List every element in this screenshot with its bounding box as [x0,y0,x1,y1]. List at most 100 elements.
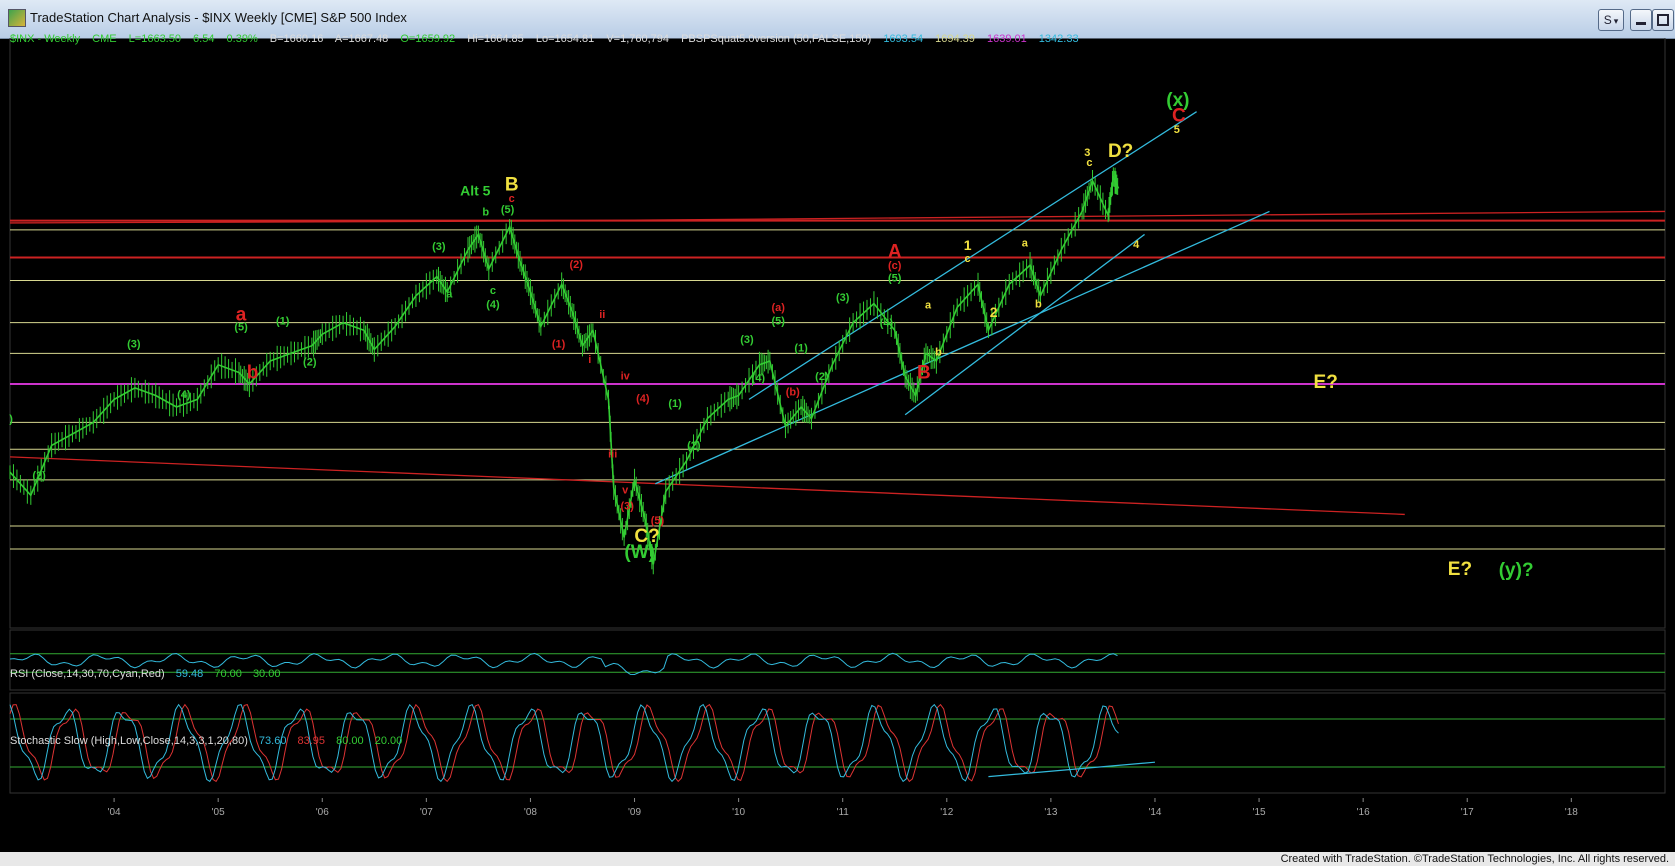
volume-value: V=1,760,794 [606,33,670,45]
s-button[interactable]: S ▾ [1598,9,1624,31]
wave-label-57: (2) [32,470,46,482]
high-price: Hi=1664.85 [467,33,524,45]
x-tick-label-10: '14 [1148,807,1161,818]
wave-label-38: i [588,354,591,366]
wave-label-46: (3) [432,241,446,253]
x-tick-label-2: '06 [316,807,329,818]
wave-label-33: (3) [621,500,635,512]
wave-label-43: (5) [501,204,515,216]
x-tick-label-14: '18 [1565,807,1578,818]
wave-label-26: (b) [786,387,800,399]
minimize-button[interactable] [1630,9,1652,31]
tradestation-app-icon [8,9,26,27]
wave-label-16: (5) [888,273,902,285]
wave-label-37: ii [599,309,605,321]
wave-label-8: c [965,253,971,265]
footer-bar: Created with TradeStation. ©TradeStation… [0,852,1675,866]
x-tick-label-7: '11 [837,807,850,818]
wave-label-27: (1) [668,398,682,410]
window-menu-button[interactable] [1652,9,1674,31]
wave-label-40: (2) [570,259,584,271]
rsi-overbought: 70.00 [214,668,242,680]
wave-label-45: Alt 5 [460,182,491,198]
wave-label-18: (4) [880,317,894,329]
wave-label-11: 2 [990,304,998,320]
price-pane-frame [9,38,1666,629]
trendline-5 [904,233,1145,416]
wave-label-36: (W) [624,542,655,563]
stoch-oversold: 20.00 [374,735,403,747]
price-series-line [9,174,1120,565]
x-tick-label-9: '13 [1044,807,1057,818]
chart-canvas[interactable]: (x)C53cD?41cab2abA(c)(5)(3)(4)B(a)(5)(3)… [0,38,1675,845]
rsi-value: 59.48 [175,668,204,680]
wave-label-58: ) [9,413,13,425]
copyright-text: Created with TradeStation. ©TradeStation… [1280,853,1669,865]
stoch-overbought: 80.00 [336,735,364,747]
wave-label-20: (a) [771,302,785,314]
wave-label-9: a [1022,238,1029,250]
wave-label-54: (2) [303,357,317,369]
wave-label-4: c [1086,157,1092,169]
x-tick-label-0: '04 [108,807,121,818]
x-tick-label-4: '08 [524,807,537,818]
wave-label-10: b [1035,298,1042,310]
x-tick-label-1: '05 [212,807,225,818]
rsi-oversold: 30.00 [252,668,281,680]
wave-label-59: E? [1314,372,1338,393]
wave-label-30: iv [621,370,631,382]
indicator-value-4: 1342.33 [1038,33,1079,45]
net-change: 6.54 [193,33,215,45]
rsi-label: RSI (Close,14,30,70,Cyan,Red) [10,668,165,680]
wave-label-55: b [247,362,259,383]
symbol-info-bar: $INX - Weekly CME L=1663.50 6.54 0.39% B… [10,33,1088,49]
stoch-d-value: 83.95 [297,735,326,747]
window-title: TradeStation Chart Analysis - $INX Weekl… [30,10,407,25]
wave-label-61: (y)? [1499,560,1534,581]
wave-label-60: E? [1448,559,1472,580]
wave-label-44: b [482,206,489,218]
wave-label-51: (5) [234,321,248,333]
wave-label-32: v [622,485,629,497]
indicator-label: PBSPSquat5.0version (50,FALSE,150) [681,33,872,45]
wave-label-5: D? [1108,141,1133,162]
wave-label-48: c [490,285,496,297]
chart-area[interactable]: (x) C 5 3 c D? 4 1 c a b 2 a b A (c) (5) (3) (4) B (a) (5) (3)… [0,33,1675,845]
menu-icon [1657,14,1669,26]
wave-label-7: 1 [964,237,972,253]
wave-label-29: (4) [636,393,650,405]
open-price: O=1659.92 [400,33,456,45]
x-tick-label-13: '17 [1461,807,1474,818]
x-tick-label-11: '15 [1253,807,1266,818]
wave-label-56: (4) [177,389,191,401]
x-tick-label-5: '09 [628,807,641,818]
wave-label-25: (2) [815,371,829,383]
minimize-icon [1636,22,1646,25]
wave-label-21: (5) [771,316,785,328]
wave-label-31: iii [608,449,617,461]
indicator-value-1: 1693.54 [883,33,924,45]
s-dropdown-arrow-icon: ▾ [1613,16,1619,26]
wave-label-47: a [446,289,453,301]
wave-label-22: (3) [740,334,754,346]
indicator-value-3: 1639.01 [986,33,1027,45]
s-button-label: S [1603,13,1612,27]
rsi-pane-label: RSI (Close,14,30,70,Cyan,Red) 59.48 70.0… [10,668,288,680]
symbol-label: $INX - Weekly [10,33,81,45]
wave-label-6: 4 [1133,239,1140,251]
low-price: Lo=1654.81 [535,33,595,45]
x-tick-label-3: '07 [420,807,433,818]
percent-change: 0.39% [226,33,258,45]
wave-label-23: (1) [794,342,808,354]
wave-label-19: B [917,362,931,383]
trendline-4 [655,210,1270,485]
stoch-k-value: 73.60 [258,735,287,747]
wave-label-15: (c) [888,260,902,272]
stoch-label: Stochastic Slow (High,Low,Close,14,3,3,1… [10,735,248,747]
wave-label-2: 5 [1174,124,1180,136]
wave-label-49: (4) [486,299,500,311]
wave-label-52: (1) [276,316,290,328]
ask-price: A=1667.48 [334,33,389,45]
last-price: L=1663.50 [128,33,181,45]
stochastic-pane-label: Stochastic Slow (High,Low,Close,14,3,3,1… [10,735,410,747]
